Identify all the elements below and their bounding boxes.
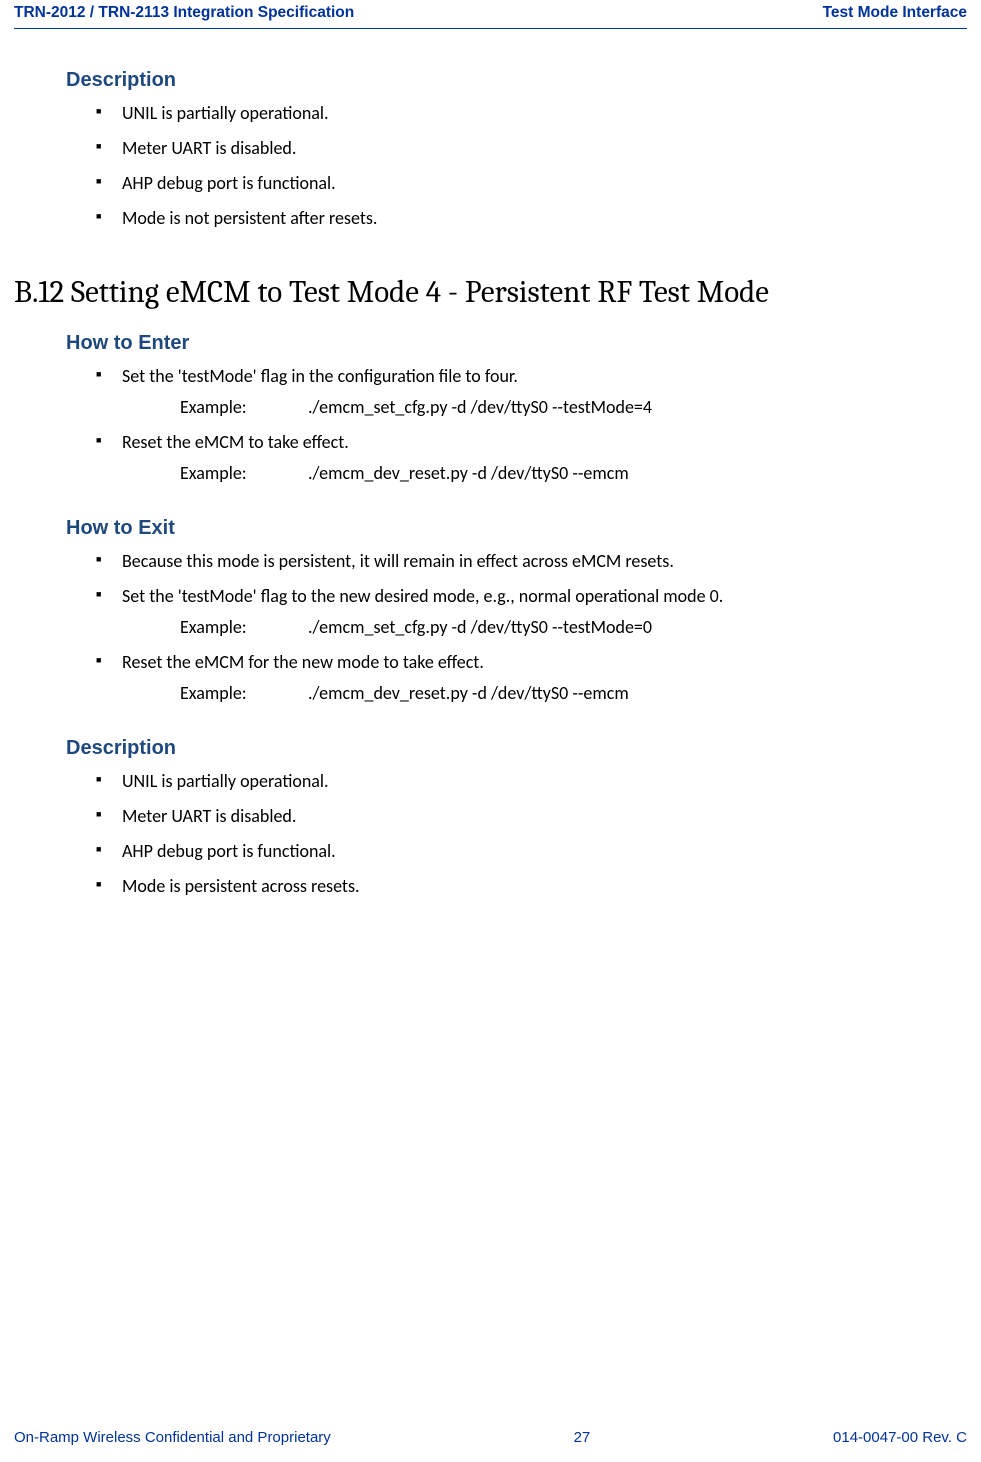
how-to-exit-list: Because this mode is persistent, it will… [102, 548, 915, 707]
list-item: Set the 'testMode' flag to the new desir… [102, 583, 915, 641]
description-2-list: UNIL is partially operational. Meter UAR… [102, 768, 915, 900]
section-how-to-exit-title: How to Exit [66, 517, 915, 540]
list-item: Because this mode is persistent, it will… [102, 548, 915, 575]
main-content: Description UNIL is partially operationa… [14, 69, 967, 900]
example-row: Example: ./emcm_dev_reset.py -d /dev/tty… [180, 460, 915, 487]
list-item: Meter UART is disabled. [102, 135, 915, 162]
header-right: Test Mode Interface [823, 4, 967, 22]
example-label: Example: [180, 460, 308, 487]
list-item-text: Set the 'testMode' flag in the configura… [122, 365, 518, 387]
list-item: Meter UART is disabled. [102, 803, 915, 830]
list-item-text: Reset the eMCM for the new mode to take … [122, 651, 484, 673]
example-command: ./emcm_set_cfg.py -d /dev/ttyS0 --testMo… [308, 394, 652, 421]
heading-title: Setting eMCM to Test Mode 4 - Persistent… [71, 274, 769, 310]
section-description-1-title: Description [66, 69, 915, 92]
page-footer: On-Ramp Wireless Confidential and Propri… [14, 1429, 967, 1446]
list-item: AHP debug port is functional. [102, 170, 915, 197]
example-command: ./emcm_dev_reset.py -d /dev/ttyS0 --emcm [308, 680, 629, 707]
list-item: Set the 'testMode' flag in the configura… [102, 363, 915, 421]
list-item: AHP debug port is functional. [102, 838, 915, 865]
header-left: TRN-2012 / TRN-2113 Integration Specific… [14, 4, 354, 22]
list-item: Mode is not persistent after resets. [102, 205, 915, 232]
list-item: UNIL is partially operational. [102, 100, 915, 127]
example-label: Example: [180, 680, 308, 707]
heading-number: B.12 [14, 274, 64, 310]
description-1-list: UNIL is partially operational. Meter UAR… [102, 100, 915, 232]
list-item: Mode is persistent across resets. [102, 873, 915, 900]
example-command: ./emcm_dev_reset.py -d /dev/ttyS0 --emcm [308, 460, 629, 487]
footer-left: On-Ramp Wireless Confidential and Propri… [14, 1429, 331, 1446]
list-item: Reset the eMCM for the new mode to take … [102, 649, 915, 707]
example-row: Example: ./emcm_set_cfg.py -d /dev/ttyS0… [180, 394, 915, 421]
section-how-to-enter-title: How to Enter [66, 332, 915, 355]
list-item: Reset the eMCM to take effect. Example: … [102, 429, 915, 487]
list-item-text: Set the 'testMode' flag to the new desir… [122, 585, 723, 607]
section-b12-heading: B.12 Setting eMCM to Test Mode 4 - Persi… [14, 274, 915, 310]
example-row: Example: ./emcm_dev_reset.py -d /dev/tty… [180, 680, 915, 707]
footer-right: 014-0047-00 Rev. C [833, 1429, 967, 1446]
example-command: ./emcm_set_cfg.py -d /dev/ttyS0 --testMo… [308, 614, 652, 641]
example-label: Example: [180, 614, 308, 641]
page-header: TRN-2012 / TRN-2113 Integration Specific… [14, 0, 967, 29]
example-label: Example: [180, 394, 308, 421]
example-row: Example: ./emcm_set_cfg.py -d /dev/ttyS0… [180, 614, 915, 641]
how-to-enter-list: Set the 'testMode' flag in the configura… [102, 363, 915, 487]
section-description-2-title: Description [66, 737, 915, 760]
list-item-text: Reset the eMCM to take effect. [122, 431, 349, 453]
footer-page-number: 27 [574, 1429, 591, 1446]
list-item: UNIL is partially operational. [102, 768, 915, 795]
